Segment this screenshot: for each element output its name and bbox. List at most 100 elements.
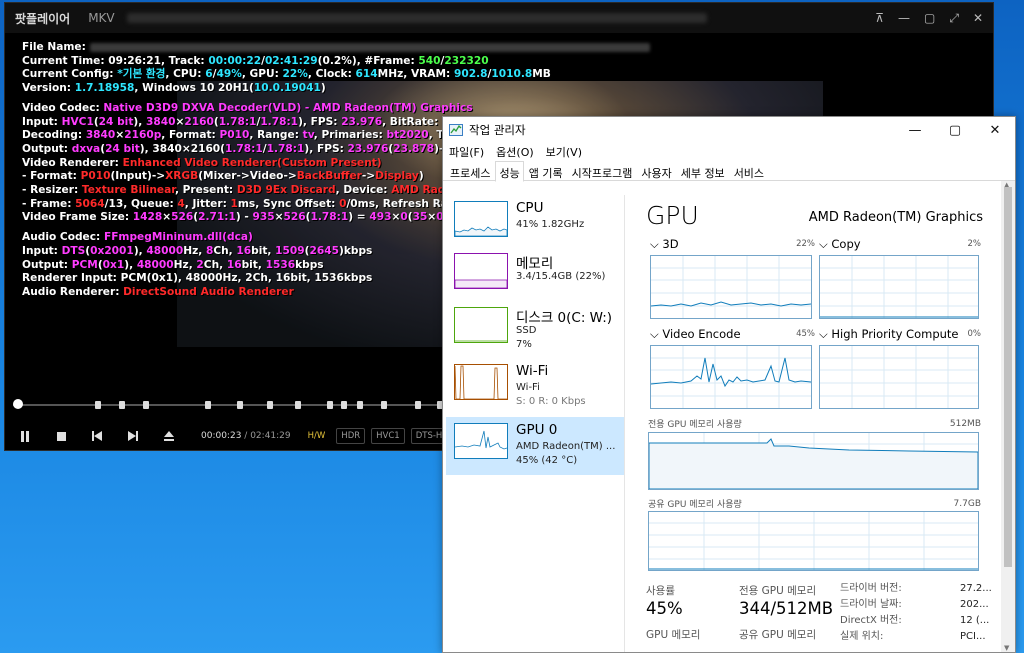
codec-tag[interactable]: HVC1 [371, 428, 405, 444]
osd-segment: , Clock: [307, 68, 356, 81]
next-icon [128, 431, 138, 441]
scrollbar-thumb[interactable] [1004, 187, 1012, 567]
osd-segment: , Present: [174, 184, 237, 197]
chapter-marker[interactable] [237, 401, 243, 409]
resource-wifi[interactable]: Wi-Fi Wi-Fi S: 0 R: 0 Kbps [446, 358, 624, 416]
next-button[interactable] [123, 426, 143, 446]
osd-segment: 6 [205, 68, 213, 81]
engine-video-encode-header[interactable]: ⌵ Video Encode 45% [650, 327, 815, 342]
tab-users[interactable]: 사용자 [637, 161, 675, 180]
osd-segment: bit, [251, 244, 276, 257]
chevron-down-icon[interactable]: ⌵ [819, 327, 828, 341]
osd-segment: Hz, [183, 244, 206, 257]
osd-segment: 4 [177, 197, 185, 210]
maximize-button[interactable]: ▢ [935, 123, 975, 138]
osd-segment: , Primaries: [313, 129, 387, 142]
chapter-marker[interactable] [327, 401, 333, 409]
osd-segment: × [274, 211, 284, 224]
chevron-down-icon[interactable]: ⌵ [650, 237, 659, 251]
previous-icon [92, 431, 102, 441]
vertical-scrollbar[interactable]: ▲ ▼ [1001, 181, 1015, 652]
engine-high-priority-compute-header[interactable]: ⌵ High Priority Compute 0% [819, 327, 981, 342]
resource-disk[interactable]: 디스크 0(C: W:) SSD 7% [446, 301, 624, 359]
menu-view[interactable]: 보기(V) [546, 144, 582, 160]
chapter-marker[interactable] [267, 401, 273, 409]
osd-segment: 5064 [75, 197, 105, 210]
resource-list: CPU 41% 1.82GHz 메모리 3.4/15.4GB (22%) 디스크… [443, 195, 625, 652]
gpu-device-name: AMD Radeon(TM) Graphics [808, 210, 983, 225]
shared-memory-max: 7.7GB [953, 499, 981, 509]
memory-thumbnail-graph [454, 253, 508, 289]
resource-cpu[interactable]: CPU 41% 1.82GHz [446, 195, 624, 253]
engine-copy-header[interactable]: ⌵ Copy 2% [819, 237, 981, 252]
osd-segment: Decoding: [22, 129, 86, 142]
osd-segment: 1010.8 [491, 68, 533, 81]
osd-segment: 1 [230, 197, 238, 210]
chapter-marker[interactable] [205, 401, 211, 409]
player-title-bar[interactable]: 팟플레이어 MKV ⊼ — ▢ ⤢ ✕ [5, 3, 993, 33]
close-icon[interactable]: ✕ [973, 11, 983, 26]
osd-segment: -> [361, 170, 376, 183]
taskmgr-title-bar[interactable]: 작업 관리자 — ▢ ✕ [443, 117, 1015, 143]
chapter-marker[interactable] [381, 401, 387, 409]
osd-segment: ), FPS: [304, 142, 348, 155]
chapter-marker[interactable] [143, 401, 149, 409]
osd-segment: Current Time: 09:26:21, Track: [22, 54, 209, 67]
tab-performance[interactable]: 성능 [495, 161, 524, 182]
resource-memory[interactable]: 메모리 3.4/15.4GB (22%) [446, 247, 624, 305]
chapter-marker[interactable] [295, 401, 301, 409]
osd-segment: P010 [80, 170, 111, 183]
engine-label: 3D [662, 237, 679, 251]
hw-tag[interactable]: H/W [303, 428, 331, 444]
osd-segment: /13, Queue: [104, 197, 178, 210]
tab-services[interactable]: 서비스 [730, 161, 768, 180]
gpu-details-list: 드라이버 버전: 27.2... 드라이버 날짜: 202... DirectX 버… [840, 581, 1000, 645]
taskmgr-window-controls: — ▢ ✕ [895, 123, 1015, 138]
tab-startup[interactable]: 시작프로그램 [568, 161, 637, 180]
seek-thumb[interactable] [13, 399, 23, 409]
resource-gpu[interactable]: GPU 0 AMD Radeon(TM) ... 45% (42 °C) [446, 417, 624, 475]
tab-app-history[interactable]: 앱 기록 [525, 161, 567, 180]
osd-segment: Audio Renderer: [22, 285, 124, 298]
osd-segment: 1.78:1 [218, 115, 257, 128]
chapter-marker[interactable] [341, 401, 347, 409]
shared-memory-label: 공유 GPU 메모리 사용량 [648, 500, 742, 510]
stream-tags: H/W HDR HVC1 DTS-HD [303, 428, 454, 444]
engine-label: Video Encode [662, 327, 741, 341]
osd-segment: Input: [22, 244, 62, 257]
player-app-name[interactable]: 팟플레이어 [15, 10, 70, 27]
previous-button[interactable] [87, 426, 107, 446]
close-button[interactable]: ✕ [975, 123, 1015, 138]
osd-segment: *기본 환경 [117, 68, 166, 81]
eject-button[interactable] [159, 426, 179, 446]
scroll-down-icon[interactable]: ▼ [1004, 644, 1009, 652]
chevron-down-icon[interactable]: ⌵ [819, 237, 828, 251]
osd-segment: D3D 9Ex Discard [236, 184, 336, 197]
pause-button[interactable] [15, 426, 35, 446]
tab-details[interactable]: 세부 정보 [677, 161, 729, 180]
maximize-icon[interactable]: ▢ [924, 11, 935, 26]
chapter-marker[interactable] [415, 401, 421, 409]
graph-video-encode-lines [651, 346, 811, 408]
minimize-button[interactable]: — [895, 123, 935, 138]
detail-value: PCI... [960, 631, 986, 642]
engine-3d-header[interactable]: ⌵ 3D 22% [650, 237, 815, 252]
fullscreen-icon[interactable]: ⤢ [949, 11, 959, 26]
menu-options[interactable]: 옵션(O) [496, 144, 533, 160]
osd-segment: BackBuffer [296, 170, 362, 183]
dedicated-memory-max: 512MB [949, 419, 981, 429]
menu-file[interactable]: 파일(F) [449, 144, 484, 160]
detail-row: DirectX 버전: 12 (... [840, 613, 1000, 629]
graph-hpc-lines [820, 346, 978, 408]
stop-button[interactable] [51, 426, 71, 446]
minimize-icon[interactable]: — [898, 11, 910, 26]
tab-processes[interactable]: 프로세스 [446, 161, 494, 180]
chapter-marker[interactable] [119, 401, 125, 409]
osd-segment: Texture Bilinear [81, 184, 175, 197]
hdr-tag[interactable]: HDR [336, 428, 366, 444]
pin-icon[interactable]: ⊼ [875, 11, 884, 26]
chapter-marker[interactable] [95, 401, 101, 409]
osd-segment: 48000 [136, 258, 174, 271]
chapter-marker[interactable] [357, 401, 363, 409]
chevron-down-icon[interactable]: ⌵ [650, 327, 659, 341]
